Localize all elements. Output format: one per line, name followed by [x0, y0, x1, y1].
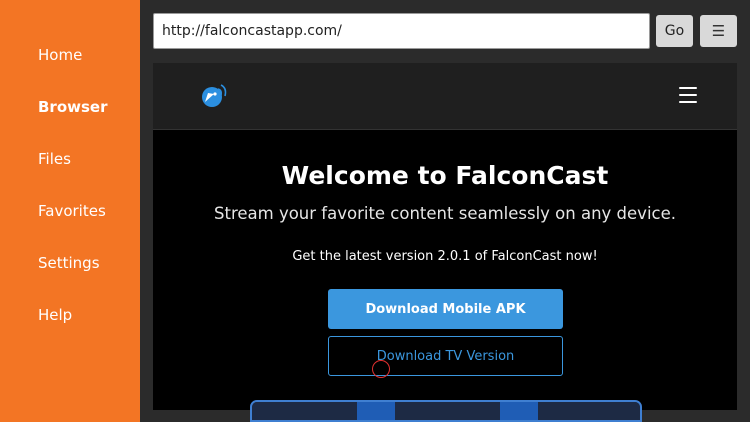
sidebar-item-browser[interactable]: Browser: [38, 98, 108, 116]
go-button[interactable]: Go: [656, 15, 693, 47]
site-hamburger-icon[interactable]: [679, 87, 697, 103]
download-mobile-apk-button[interactable]: Download Mobile APK: [328, 289, 563, 329]
download-tv-version-button[interactable]: Download TV Version: [328, 336, 563, 376]
bottom-overlay-strip: [250, 400, 642, 422]
sidebar-item-home[interactable]: Home: [38, 46, 82, 64]
sidebar-item-help[interactable]: Help: [38, 306, 72, 324]
sidebar-item-settings[interactable]: Settings: [38, 254, 100, 272]
version-note: Get the latest version 2.0.1 of FalconCa…: [292, 249, 598, 264]
sidebar-item-files[interactable]: Files: [38, 150, 71, 168]
falcon-logo-icon[interactable]: [199, 80, 231, 110]
site-header: [153, 63, 737, 130]
url-text: http://falconcastapp.com/: [162, 23, 342, 39]
pointer-cursor-icon: [372, 360, 390, 378]
hero-subtitle: Stream your favorite content seamlessly …: [214, 204, 676, 223]
sidebar-item-favorites[interactable]: Favorites: [38, 202, 106, 220]
url-input[interactable]: http://falconcastapp.com/: [153, 13, 650, 49]
web-view[interactable]: Welcome to FalconCast Stream your favori…: [153, 63, 737, 410]
menu-button[interactable]: ☰: [700, 15, 737, 47]
sidebar: Home Browser Files Favorites Settings He…: [0, 0, 140, 422]
hero-title: Welcome to FalconCast: [281, 161, 609, 190]
hamburger-icon: ☰: [711, 22, 726, 40]
